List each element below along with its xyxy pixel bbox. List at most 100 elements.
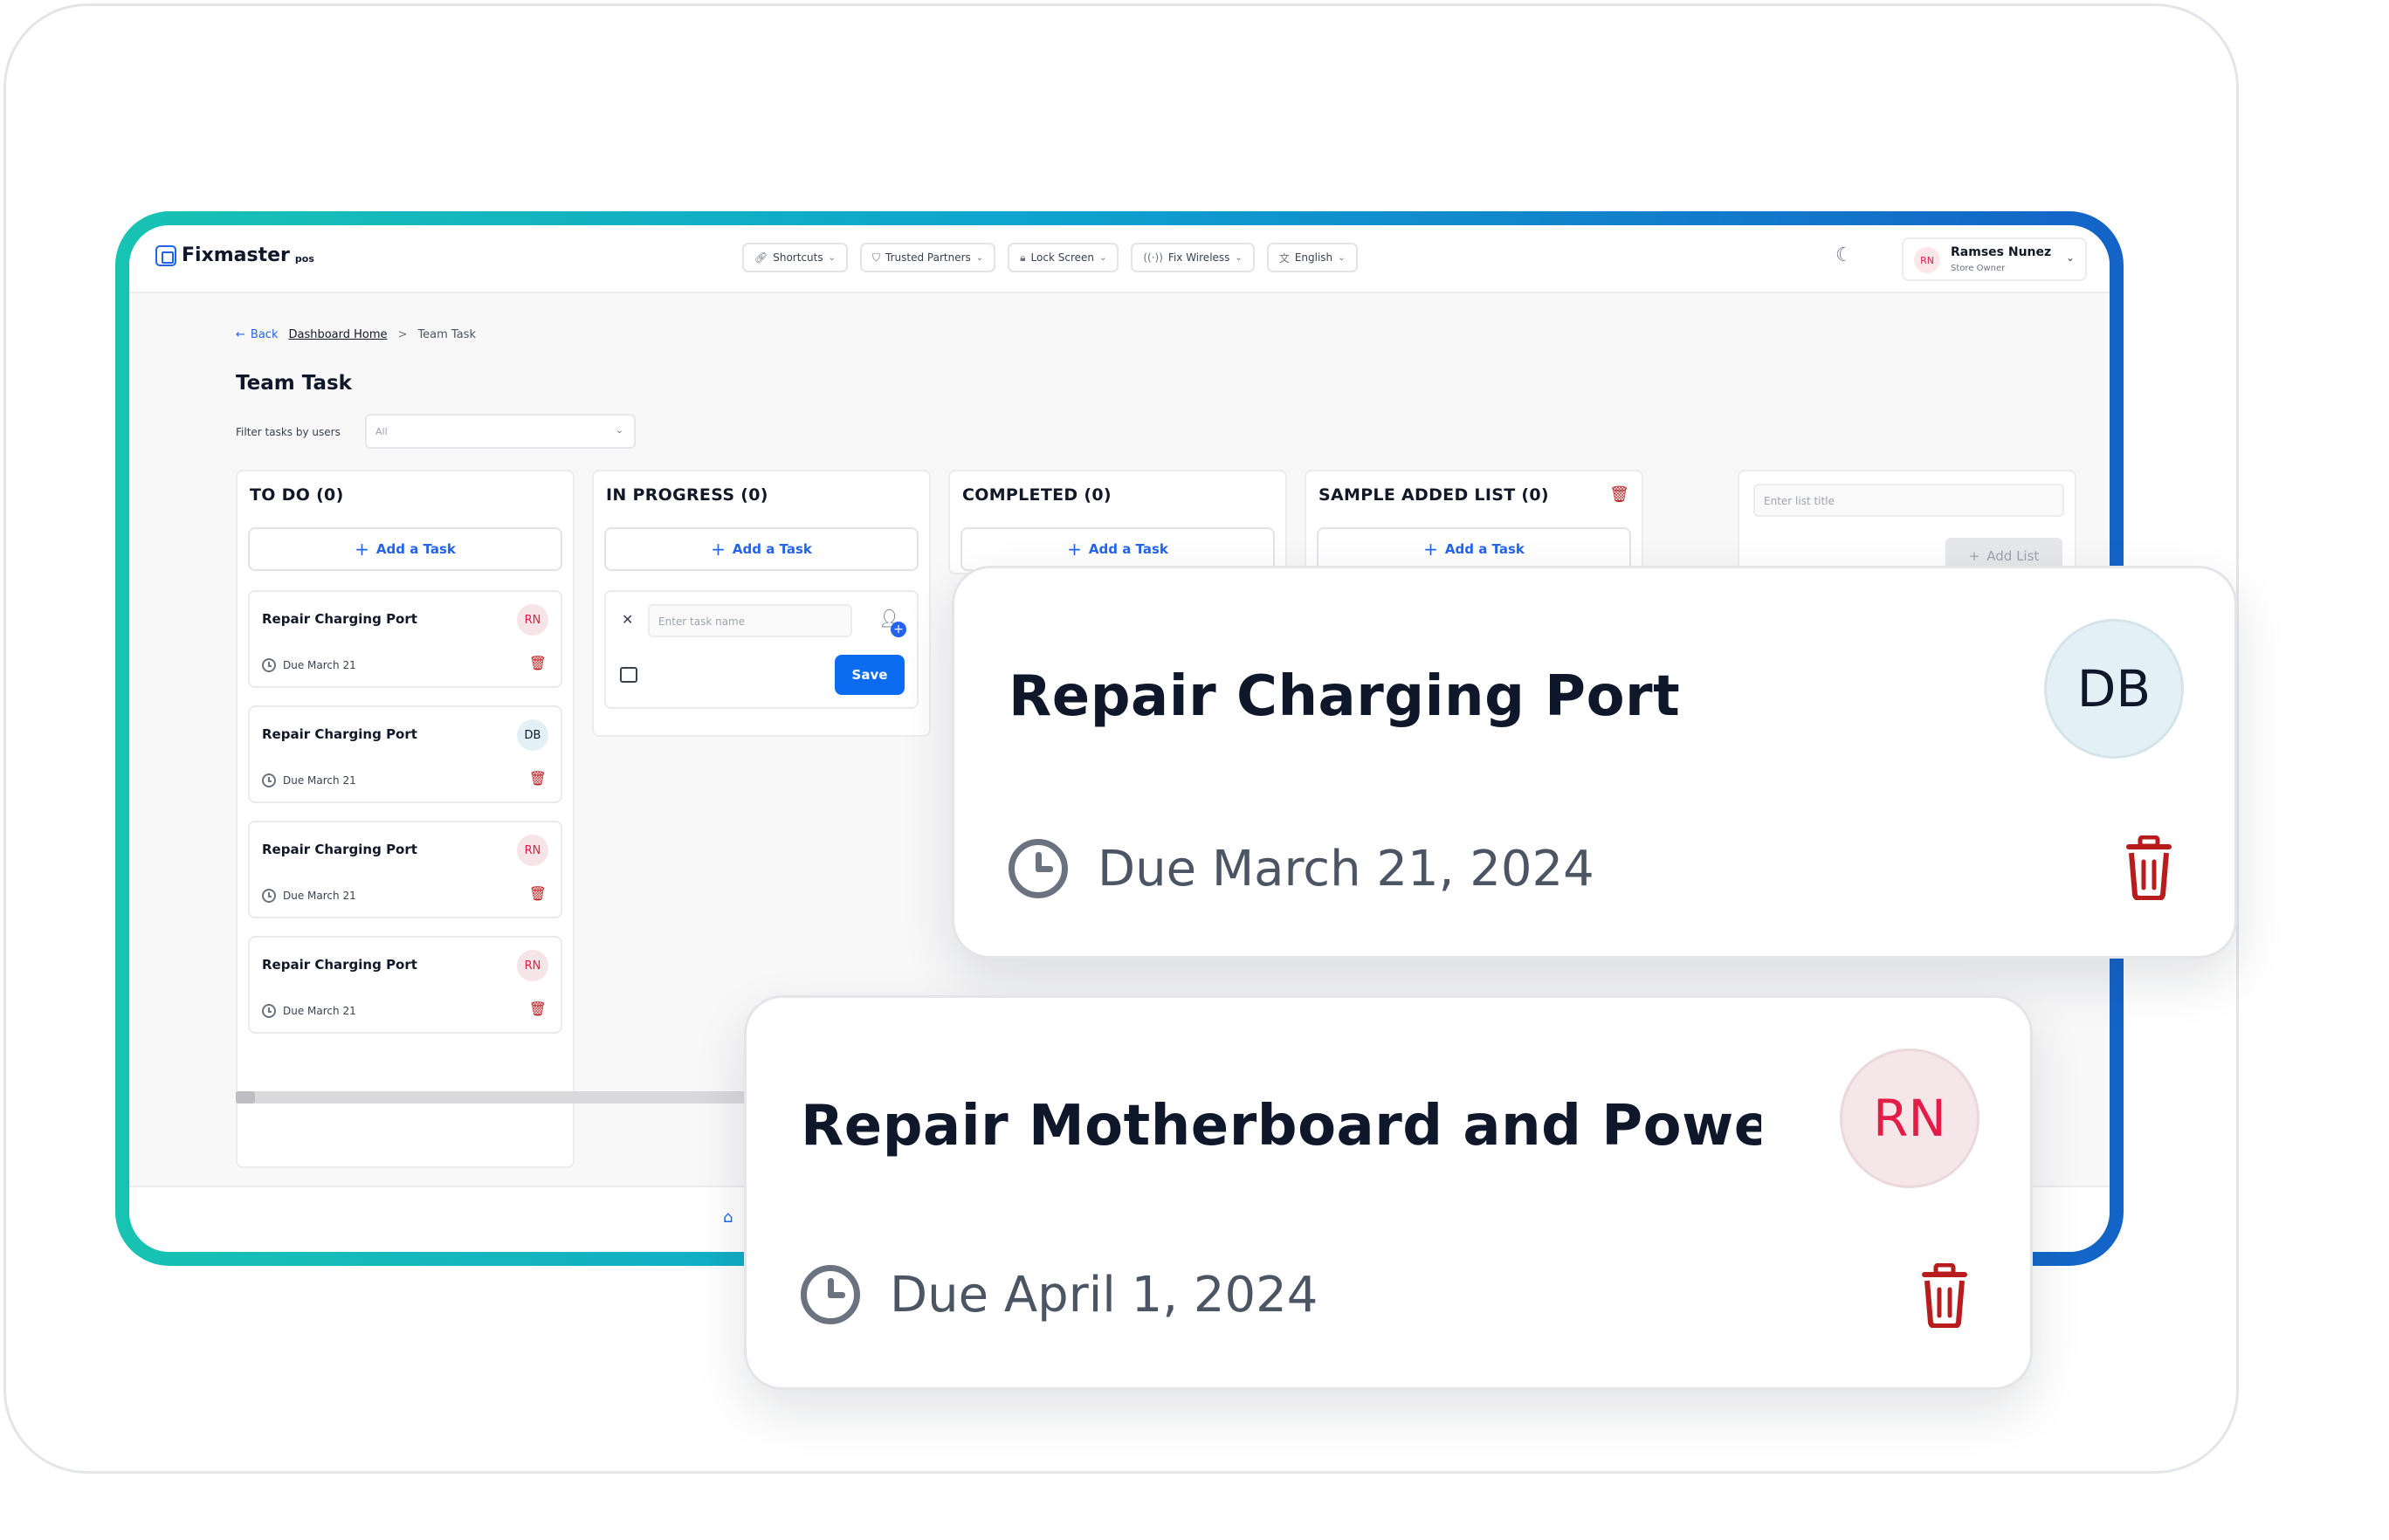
task-due: Due March 21 [262,1004,356,1018]
trash-icon[interactable]: 🗑︎ [1609,485,1629,504]
avatar[interactable]: DB [517,719,548,751]
back-link[interactable]: ← Back [236,328,278,341]
add-task-label: Add a Task [1444,541,1525,557]
page-title: Team Task [236,372,352,395]
clock-icon [801,1265,860,1324]
plus-icon: + [891,622,906,637]
add-task-label: Add a Task [375,541,456,557]
logo-suffix: pos [294,252,314,265]
task-card[interactable]: Repair Charging Port RN Due March 21 🗑︎ [248,590,562,688]
column-in-progress: IN PROGRESS (0) + Add a Task ✕ Enter tas… [592,470,931,737]
trash-icon[interactable]: 🗑︎ [529,1000,547,1017]
due-date: Due April 1, 2024 [890,1266,1318,1323]
shortcuts-dropdown[interactable]: 🔗︎ Shortcuts ⌄ [742,243,848,272]
add-task-button[interactable]: + Add a Task [248,527,562,571]
link-icon: 🔗︎ [754,251,768,264]
close-icon[interactable]: ✕ [622,611,633,628]
chevron-down-icon: ⌄ [1338,252,1346,263]
app-logo[interactable]: Fixmaster pos [155,244,314,266]
chevron-down-icon: ⌄ [2065,251,2075,264]
task-due: Due March 21, 2024 [1009,839,1594,898]
column-todo: TO DO (0) + Add a Task Repair Charging P… [236,470,575,1168]
due-date: Due March 21 [283,890,356,902]
top-bar: Fixmaster pos 🔗︎ Shortcuts ⌄ ⛉ Trusted P… [129,225,2110,293]
task-due: Due March 21 [262,889,356,903]
task-name-input[interactable]: Enter task name [648,604,852,637]
task-title: Repair Charging Port [1009,664,1681,729]
lock-icon: 🔒︎ [1020,251,1026,264]
avatar[interactable]: RN [517,950,548,981]
column-title: IN PROGRESS (0) [606,485,768,505]
user-menu[interactable]: RN Ramses Nunez Store Owner ⌄ [1902,237,2087,281]
avatar[interactable]: RN [517,604,548,636]
chevron-down-icon: ⌄ [615,424,623,436]
trash-icon[interactable] [2121,835,2177,900]
task-due: Due March 21 [262,773,356,787]
task-due: Due March 21 [262,658,356,672]
chevron-down-icon: ⌄ [1098,252,1107,263]
fix-wireless-dropdown[interactable]: ((·)) Fix Wireless ⌄ [1131,243,1255,272]
plus-icon: + [1067,539,1082,560]
plus-icon: + [1968,548,1980,564]
column-completed: COMPLETED (0) + Add a Task [948,470,1287,574]
back-label: Back [250,328,279,341]
dark-mode-moon-icon[interactable]: ☾ [1835,244,1853,266]
task-title: Repair Charging Port [262,957,417,973]
arrow-left-icon: ← [236,328,245,341]
column-title: TO DO (0) [250,485,344,505]
logo-name: Fixmaster [182,244,290,266]
wireless-icon: ((·)) [1143,251,1163,264]
user-name: Ramses Nunez [1951,245,2052,259]
add-task-button[interactable]: + Add a Task [604,527,919,571]
calendar-icon[interactable] [620,667,637,683]
column-title: SAMPLE ADDED LIST (0) [1318,485,1549,505]
trash-icon[interactable]: 🗑︎ [529,655,547,671]
scrollbar-thumb[interactable] [236,1091,255,1103]
user-filter-select[interactable]: All ⌄ [365,414,636,449]
chevron-down-icon: ⌄ [1235,252,1243,263]
avatar[interactable]: RN [517,835,548,866]
clock-icon [262,889,276,903]
save-button[interactable]: Save [835,655,905,695]
trash-icon[interactable]: 🗑︎ [529,770,547,787]
avatar[interactable]: DB [2044,619,2184,759]
due-date: Due March 21, 2024 [1098,840,1594,897]
task-card-zoomed[interactable]: Repair Charging Port DB Due March 21, 20… [952,566,2237,959]
filter-value: All [375,426,388,437]
trash-icon[interactable] [1917,1263,1972,1328]
add-task-label: Add a Task [1088,541,1168,557]
task-card[interactable]: Repair Charging Port DB Due March 21 🗑︎ [248,705,562,803]
plus-icon: + [711,539,726,560]
plus-icon: + [1423,539,1438,560]
add-task-button[interactable]: + Add a Task [1317,527,1631,571]
lock-screen-dropdown[interactable]: 🔒︎ Lock Screen ⌄ [1008,243,1119,272]
breadcrumb-dashboard-home[interactable]: Dashboard Home [288,328,387,341]
due-date: Due March 21 [283,659,356,671]
trusted-partners-dropdown[interactable]: ⛉ Trusted Partners ⌄ [860,243,996,272]
task-card-zoomed[interactable]: Repair Motherboard and Power B... RN Due… [744,995,2033,1390]
assign-user-button[interactable]: 👤︎ + [875,606,906,637]
task-title: Repair Charging Port [262,842,417,857]
task-card[interactable]: Repair Charging Port RN Due March 21 🗑︎ [248,936,562,1034]
avatar: RN [1914,247,1940,273]
list-title-input[interactable]: Enter list title [1753,484,2064,517]
task-card[interactable]: Repair Charging Port RN Due March 21 🗑︎ [248,821,562,918]
clock-icon [1009,839,1068,898]
fix-wireless-label: Fix Wireless [1167,251,1230,264]
language-dropdown[interactable]: 文 English ⌄ [1266,243,1358,272]
top-nav: 🔗︎ Shortcuts ⌄ ⛉ Trusted Partners ⌄ 🔒︎ L… [742,243,1358,272]
add-task-button[interactable]: + Add a Task [960,527,1275,571]
clock-icon [262,773,276,787]
task-title: Repair Motherboard and Power B... [801,1094,1761,1158]
translate-icon: 文 [1278,251,1290,265]
task-due: Due April 1, 2024 [801,1265,1318,1324]
filter-label: Filter tasks by users [236,426,341,438]
shortcuts-label: Shortcuts [773,251,823,264]
trash-icon[interactable]: 🗑︎ [529,885,547,902]
trusted-partners-label: Trusted Partners [885,251,971,264]
lock-screen-label: Lock Screen [1030,251,1094,264]
column-sample-added-list: SAMPLE ADDED LIST (0) 🗑︎ + Add a Task [1305,470,1643,574]
chevron-down-icon: ⌄ [828,252,836,263]
avatar[interactable]: RN [1840,1048,1979,1188]
home-icon[interactable]: ⌂ [723,1208,733,1227]
